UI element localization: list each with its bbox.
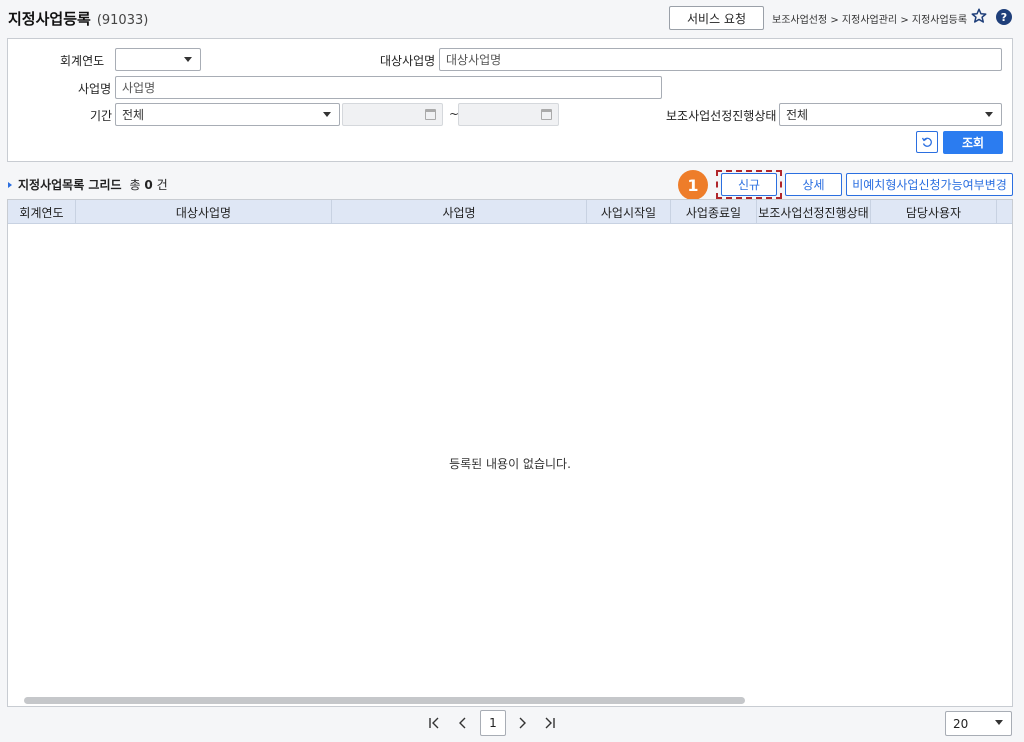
change-eligibility-button[interactable]: 비예치형사업신청가능여부변경 xyxy=(846,173,1013,196)
chevron-down-icon xyxy=(323,112,331,117)
page-size-value: 20 xyxy=(953,716,969,731)
grid-title: 지정사업목록 그리드 총 0 건 xyxy=(8,176,168,193)
last-page-button[interactable] xyxy=(538,710,562,736)
status-select[interactable]: 전체 xyxy=(779,103,1002,126)
reset-button[interactable] xyxy=(916,131,938,153)
chevron-left-icon xyxy=(459,717,466,729)
column-header-manager[interactable]: 담당사용자 xyxy=(871,200,997,224)
service-request-button[interactable]: 서비스 요청 xyxy=(669,6,764,30)
column-header-target-business[interactable]: 대상사업명 xyxy=(76,200,332,224)
column-header-status[interactable]: 보조사업선정진행상태 xyxy=(757,200,871,224)
status-label: 보조사업선정진행상태 xyxy=(666,109,777,123)
fiscal-year-label: 회계연도 xyxy=(60,54,105,68)
period-type-value: 전체 xyxy=(122,108,145,122)
grid-count-prefix: 총 xyxy=(129,178,141,192)
page-number-current[interactable]: 1 xyxy=(480,710,506,736)
column-header-start-date[interactable]: 사업시작일 xyxy=(587,200,671,224)
business-grid: 회계연도 대상사업명 사업명 사업시작일 사업종료일 보조사업선정진행상태 담당… xyxy=(7,199,1013,707)
chevron-right-icon xyxy=(519,717,526,729)
page-title: 지정사업등록 (91033) xyxy=(8,8,148,29)
horizontal-scrollbar[interactable] xyxy=(24,697,745,704)
help-icon[interactable]: ? xyxy=(996,9,1012,25)
grid-header-row: 회계연도 대상사업명 사업명 사업시작일 사업종료일 보조사업선정진행상태 담당… xyxy=(8,200,1012,224)
step-badge: 1 xyxy=(678,170,708,200)
period-start-date[interactable] xyxy=(342,103,443,126)
target-business-input[interactable]: 대상사업명 xyxy=(439,48,1002,71)
new-button[interactable]: 신규 xyxy=(721,173,777,196)
grid-count-suffix: 건 xyxy=(156,178,168,192)
fiscal-year-select[interactable] xyxy=(115,48,201,71)
detail-button[interactable]: 상세 xyxy=(785,173,842,196)
breadcrumb: 보조사업선정 > 지정사업관리 > 지정사업등록 xyxy=(772,15,968,26)
chevron-down-icon xyxy=(995,720,1003,725)
query-button[interactable]: 조회 xyxy=(943,131,1003,154)
column-header-business-name[interactable]: 사업명 xyxy=(332,200,587,224)
grid-count: 총 0 건 xyxy=(130,176,168,193)
first-page-icon xyxy=(429,717,439,729)
star-icon[interactable] xyxy=(970,7,988,25)
column-header-end-date[interactable]: 사업종료일 xyxy=(671,200,757,224)
calendar-icon[interactable] xyxy=(541,109,552,120)
page-header: 지정사업등록 (91033) 서비스 요청 보조사업선정 > 지정사업관리 > 지… xyxy=(0,0,1024,36)
period-end-date[interactable] xyxy=(458,103,559,126)
page: 지정사업등록 (91033) 서비스 요청 보조사업선정 > 지정사업관리 > 지… xyxy=(0,0,1024,742)
column-header-fiscal-year[interactable]: 회계연도 xyxy=(8,200,76,224)
empty-message: 등록된 내용이 없습니다. xyxy=(449,457,571,471)
last-page-icon xyxy=(545,717,555,729)
period-type-select[interactable]: 전체 xyxy=(115,103,340,126)
business-name-label: 사업명 xyxy=(78,82,112,96)
page-title-text: 지정사업등록 xyxy=(8,10,91,28)
business-name-input[interactable]: 사업명 xyxy=(115,76,662,99)
status-value: 전체 xyxy=(786,108,809,122)
chevron-down-icon xyxy=(985,112,993,117)
search-panel: 회계연도 대상사업명 대상사업명 사업명 사업명 기간 전체 ~ 보조사업선정진… xyxy=(7,38,1013,162)
grid-title-text: 지정사업목록 그리드 xyxy=(18,178,122,192)
screen-code: (91033) xyxy=(96,13,149,28)
page-size-select[interactable]: 20 xyxy=(945,711,1012,736)
first-page-button[interactable] xyxy=(422,710,446,736)
triangle-icon xyxy=(8,181,12,188)
prev-page-button[interactable] xyxy=(451,710,475,736)
next-page-button[interactable] xyxy=(510,710,534,736)
grid-count-value: 0 xyxy=(144,178,153,192)
target-business-label: 대상사업명 xyxy=(380,54,436,68)
calendar-icon[interactable] xyxy=(425,109,436,120)
period-label: 기간 xyxy=(90,109,113,123)
refresh-icon xyxy=(921,137,932,147)
chevron-down-icon xyxy=(184,57,192,62)
